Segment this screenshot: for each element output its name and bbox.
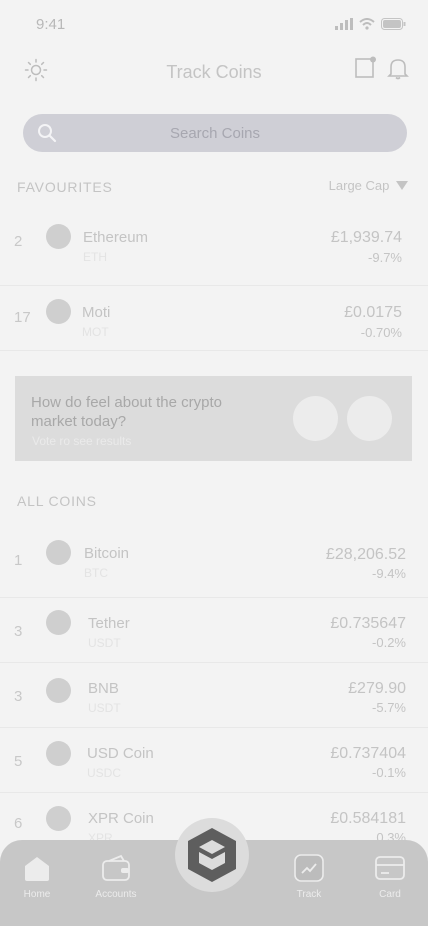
tab-track[interactable]: Track: [274, 854, 344, 900]
vote-button-up[interactable]: [293, 396, 338, 441]
home-icon: [25, 857, 49, 881]
bell-icon[interactable]: [386, 56, 410, 80]
coin-row[interactable]: 1 Bitcoin BTC £28,206.52 -9.4%: [0, 527, 428, 598]
tab-home[interactable]: Home: [2, 854, 72, 900]
all-coins-heading: ALL COINS: [17, 493, 97, 509]
coin-rank: 3: [14, 688, 23, 705]
vote-button-down[interactable]: [347, 396, 392, 441]
coin-row[interactable]: 3 Tether USDT £0.735647 -0.2%: [0, 598, 428, 663]
coin-change: -0.2%: [372, 635, 406, 650]
coin-row[interactable]: 3 BNB USDT £279.90 -5.7%: [0, 663, 428, 728]
coin-rank: 1: [14, 552, 23, 569]
coin-symbol: BTC: [84, 566, 108, 580]
tab-home-label: Home: [23, 889, 51, 900]
coin-logo: [46, 299, 71, 324]
favourites-heading: FAVOURITES: [17, 179, 113, 195]
note-icon[interactable]: [354, 56, 378, 80]
coin-change: -0.1%: [372, 765, 406, 780]
coin-price: £1,939.74: [330, 229, 402, 246]
coin-rank: 2: [14, 233, 23, 250]
coin-logo: [46, 224, 71, 249]
chart-icon: [294, 854, 324, 882]
coin-name: BNB: [88, 680, 119, 697]
coin-logo: [46, 806, 71, 831]
coin-rank: 17: [14, 309, 31, 326]
caret-down-icon: [396, 181, 408, 190]
coin-symbol: USDC: [87, 766, 122, 780]
tab-card[interactable]: Card: [355, 854, 425, 900]
coin-symbol: ETH: [83, 250, 107, 264]
poll-subtitle: Vote ro see results: [32, 434, 132, 448]
coin-price: £0.584181: [330, 810, 406, 827]
coin-change: -9.4%: [372, 566, 406, 581]
coin-name: Ethereum: [83, 229, 149, 246]
coin-logo: [46, 540, 71, 565]
coin-row-favourite[interactable]: 17 Moti MOT £0.0175 -0.70%: [0, 286, 428, 351]
coin-rank: 5: [14, 753, 23, 770]
coin-logo: [46, 741, 71, 766]
battery-icon: [381, 18, 406, 30]
coin-change: -5.7%: [372, 700, 406, 715]
wifi-icon: [359, 18, 375, 30]
tab-accounts-label: Accounts: [95, 889, 137, 900]
coin-price: £0.737404: [330, 745, 406, 762]
poll-question: How do feel about the crypto market toda…: [31, 394, 222, 430]
coin-rank: 6: [14, 815, 23, 832]
wallet-icon: [102, 854, 130, 881]
status-time: 9:41: [36, 16, 66, 33]
center-action-button[interactable]: [175, 818, 249, 892]
coin-symbol: MOT: [82, 325, 109, 339]
search-placeholder: Search Coins: [169, 125, 261, 142]
card-icon: [375, 856, 405, 880]
status-icons: [335, 18, 406, 30]
coin-logo: [46, 678, 71, 703]
header-actions: [354, 56, 410, 80]
coin-row[interactable]: 5 USD Coin USDC £0.737404 -0.1%: [0, 728, 428, 793]
sentiment-poll-card: How do feel about the crypto market toda…: [15, 376, 412, 461]
coin-price: £28,206.52: [325, 546, 406, 563]
signal-icon: [335, 18, 353, 30]
coin-rank: 3: [14, 623, 23, 640]
coin-name: USD Coin: [87, 745, 154, 762]
coin-symbol: USDT: [88, 636, 121, 650]
tab-track-label: Track: [296, 889, 322, 900]
coin-symbol: USDT: [88, 701, 121, 715]
coin-change: -0.70%: [360, 325, 402, 340]
coin-name: Bitcoin: [84, 545, 130, 562]
coin-price: £0.0175: [344, 304, 402, 321]
coin-name: Moti: [82, 304, 111, 321]
coin-change: -9.7%: [368, 250, 402, 265]
search-input[interactable]: Search Coins: [23, 114, 407, 152]
coin-name: XPR Coin: [88, 810, 154, 827]
tab-card-label: Card: [379, 889, 401, 900]
coin-logo: [46, 610, 71, 635]
sort-dropdown[interactable]: Large Cap: [329, 178, 408, 193]
cube-logo-icon: [188, 828, 236, 882]
coin-row-favourite[interactable]: 2 Ethereum ETH £1,939.74 -9.7%: [0, 208, 428, 286]
tab-accounts[interactable]: Accounts: [81, 854, 151, 900]
sort-label: Large Cap: [328, 178, 390, 193]
coin-name: Tether: [88, 615, 130, 632]
coin-price: £0.735647: [330, 615, 406, 632]
coin-price: £279.90: [348, 680, 406, 697]
